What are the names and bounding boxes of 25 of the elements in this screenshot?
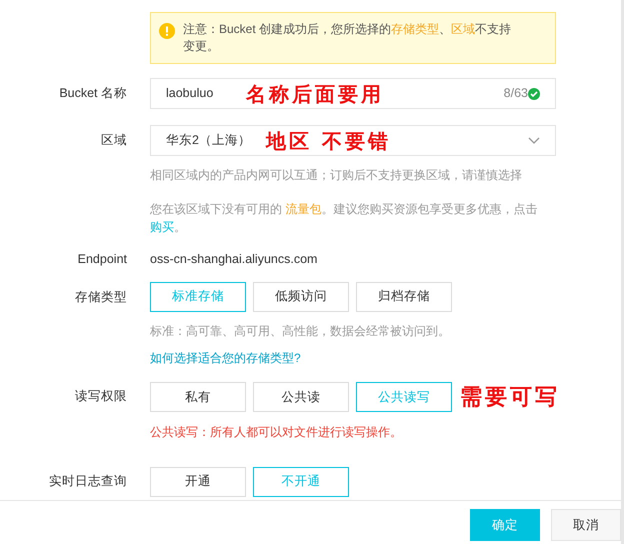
warning-text: 公共读写：所有人都可以对文件进行读写操作。 <box>150 424 403 441</box>
option-button[interactable]: 开通 <box>150 466 246 497</box>
option-button[interactable]: 私有 <box>150 382 246 412</box>
field-label: Endpoint <box>78 252 127 266</box>
promo-text: 您在该区域下没有可用的 流量包。建议您购买资源包享受更多优惠，点击 购买。 <box>150 201 538 236</box>
field-label: 实时日志查询 <box>49 474 127 488</box>
chevron-down-icon <box>528 136 540 144</box>
bucket-name-field[interactable]: laobuluo 名称后面要用 8/63 <box>150 78 556 109</box>
annotation-text: 需要可写 <box>460 382 560 412</box>
annotation-text: 地区 不要错 <box>266 128 391 154</box>
annotation-text: 名称后面要用 <box>246 80 384 108</box>
hint-text: 相同区域内的产品内网可以互通；订购后不支持更换区域，请谨慎选择 <box>150 167 523 184</box>
hint-text: 标准：高可靠、高可用、高性能，数据会经常被访问到。 <box>150 322 451 340</box>
cancel-button[interactable]: 取消 <box>551 509 621 541</box>
option-button[interactable]: 低频访问 <box>253 282 349 312</box>
notice-text: 注意：Bucket 创建成功后，您所选择的存储类型、区域不支持变更。 <box>183 21 512 55</box>
field-label: Bucket 名称 <box>59 86 127 100</box>
warning-icon <box>159 23 175 39</box>
region-select[interactable]: 华东2（上海） 地区 不要错 <box>150 125 556 156</box>
field-label: 存储类型 <box>75 290 127 304</box>
field-label: 区域 <box>101 133 127 147</box>
endpoint-value: oss-cn-shanghai.aliyuncs.com <box>150 251 318 268</box>
option-button[interactable]: 公共读 <box>253 382 349 412</box>
field-label: 读写权限 <box>75 388 127 403</box>
option-button[interactable]: 归档存储 <box>356 282 452 312</box>
